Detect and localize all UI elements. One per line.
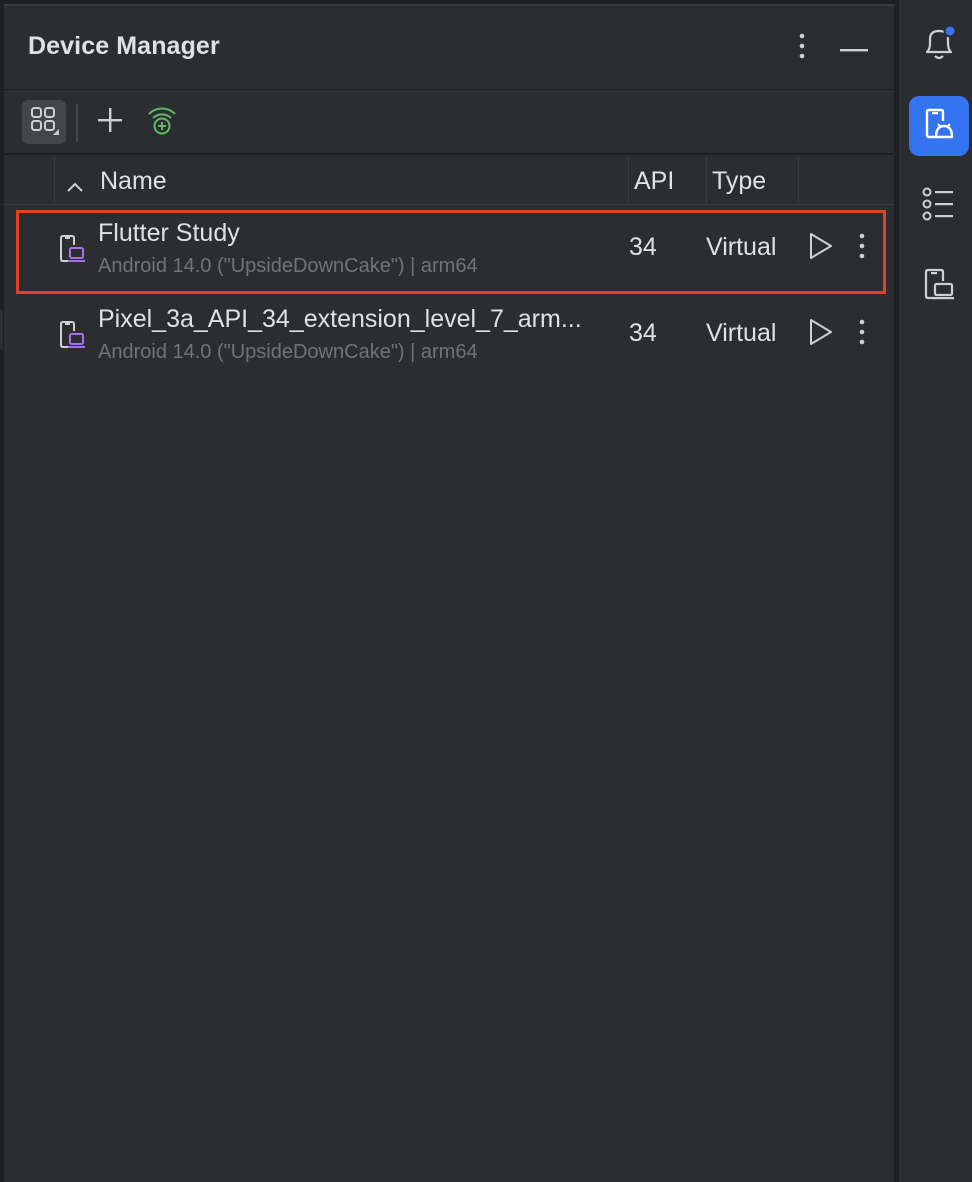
play-icon	[808, 318, 834, 351]
structure-list-icon	[919, 184, 959, 229]
vertical-ellipsis-icon	[859, 233, 865, 264]
running-devices-icon	[919, 264, 959, 309]
plus-icon	[97, 107, 123, 138]
pair-wifi-button[interactable]	[140, 100, 184, 144]
virtual-device-icon	[58, 233, 86, 270]
device-api-level: 34	[629, 319, 657, 347]
device-details: Android 14.0 ("UpsideDownCake") | arm64	[98, 341, 478, 363]
hide-panel-button[interactable]	[834, 28, 874, 68]
column-divider	[798, 157, 799, 205]
grid-view-icon	[29, 105, 59, 140]
start-device-button[interactable]	[804, 231, 838, 265]
column-name-label: Name	[100, 167, 167, 195]
device-type: Virtual	[706, 233, 777, 261]
device-details: Android 14.0 ("UpsideDownCake") | arm64	[98, 255, 478, 277]
panel-title: Device Manager	[28, 32, 220, 60]
start-device-button[interactable]	[804, 317, 838, 351]
toolbar	[4, 91, 894, 155]
device-manager-panel: Device Manager Name API Type Flutter Stu…	[4, 4, 896, 1182]
device-actions-menu-button[interactable]	[850, 317, 874, 351]
virtual-device-icon	[58, 319, 86, 356]
device-api-level: 34	[629, 233, 657, 261]
column-type-label: Type	[712, 167, 767, 195]
panel-header: Device Manager	[4, 6, 894, 90]
view-mode-toggle-button[interactable]	[22, 100, 66, 144]
device-row[interactable]: Pixel_3a_API_34_extension_level_7_arm...…	[4, 293, 894, 379]
add-device-button[interactable]	[88, 100, 132, 144]
device-manager-icon	[919, 104, 959, 149]
minimize-icon	[840, 39, 868, 57]
chevron-up-icon	[66, 171, 84, 200]
play-icon	[808, 232, 834, 265]
vertical-ellipsis-icon	[859, 319, 865, 350]
toolbar-separator	[76, 104, 78, 142]
column-api-label: API	[634, 167, 675, 195]
options-button[interactable]	[782, 28, 822, 68]
column-header-name[interactable]: Name	[54, 157, 628, 205]
vertical-ellipsis-icon	[799, 33, 805, 64]
structure-tool-button[interactable]	[909, 176, 969, 236]
notifications-bell-icon	[919, 24, 959, 69]
device-row[interactable]: Flutter Study Android 14.0 ("UpsideDownC…	[4, 207, 894, 293]
notifications-button[interactable]	[909, 16, 969, 76]
table-header: Name API Type	[4, 157, 894, 205]
right-tool-stripe	[898, 0, 972, 1182]
device-actions-menu-button[interactable]	[850, 231, 874, 265]
running-devices-tool-button[interactable]	[909, 256, 969, 316]
column-header-api[interactable]: API	[628, 157, 706, 205]
device-name: Pixel_3a_API_34_extension_level_7_arm...	[98, 305, 582, 333]
ide-window: Device Manager Name API Type Flutter Stu…	[0, 0, 972, 1182]
wifi-pair-icon	[146, 104, 178, 141]
column-header-type[interactable]: Type	[706, 157, 798, 205]
device-type: Virtual	[706, 319, 777, 347]
device-name: Flutter Study	[98, 219, 240, 247]
device-manager-tool-button[interactable]	[909, 96, 969, 156]
